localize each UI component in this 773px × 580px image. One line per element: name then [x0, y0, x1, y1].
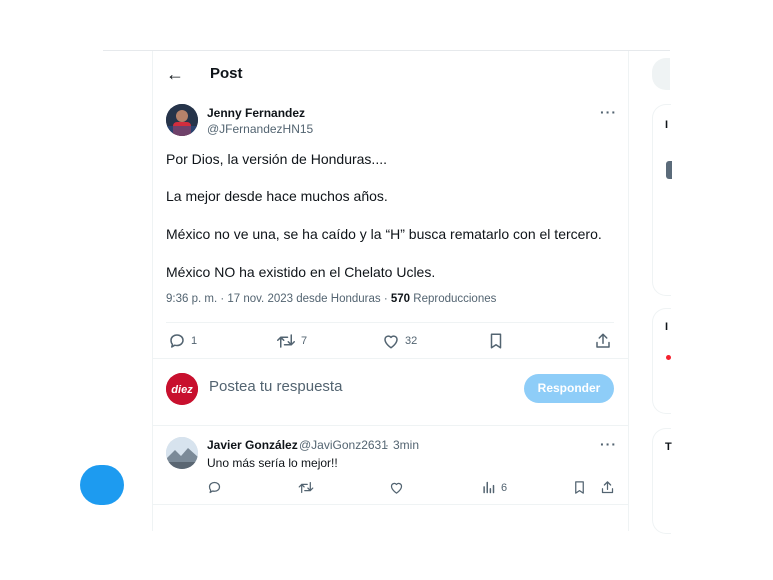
diez-logo: diez [166, 373, 198, 405]
like-action[interactable]: 32 [382, 332, 417, 350]
reply-icon [170, 334, 184, 348]
sidebar-card-heading: I [665, 119, 669, 131]
author-avatar-image [166, 104, 198, 136]
timeline-right-border [628, 51, 629, 531]
back-arrow-icon[interactable]: ← [166, 64, 184, 85]
reply-reply-action[interactable] [207, 480, 222, 495]
composer-avatar[interactable]: diez [166, 373, 198, 405]
sidebar-card: T [652, 428, 672, 534]
reply-time[interactable]: 3min [393, 438, 419, 452]
sidebar-card-heading: I [665, 321, 669, 333]
share-icon [596, 333, 610, 348]
author-handle[interactable]: @JFernandezHN15 [207, 122, 313, 136]
post-header: ← Post [152, 56, 628, 94]
search-box[interactable] [652, 58, 670, 90]
tweet-date[interactable]: 17 nov. 2023 [227, 293, 293, 305]
retweet-count: 7 [301, 335, 308, 347]
bookmark-icon [575, 481, 584, 494]
tweet-time[interactable]: 9:36 p. m. [166, 293, 217, 305]
tweet-text-line: México no ve una, se ha caído y la “H” b… [166, 226, 602, 242]
bookmark-action[interactable] [488, 332, 504, 350]
reply-text: Uno más sería lo mejor!! [207, 456, 338, 470]
reply-bookmark-action[interactable] [573, 480, 586, 495]
compose-post-button[interactable] [80, 465, 124, 505]
author-name[interactable]: Jenny Fernandez [207, 106, 305, 120]
divider [166, 322, 614, 323]
tweet-text-line: México NO ha existido en el Chelato Ucle… [166, 264, 436, 280]
sidebar-card: I [652, 308, 671, 414]
reply-views-action[interactable]: 6 [481, 480, 507, 495]
bookmark-icon [490, 333, 502, 349]
sidebar-card-heading: T [665, 441, 672, 453]
timeline-left-border [152, 51, 153, 531]
retweet-action[interactable]: 7 [276, 332, 307, 350]
like-count: 32 [405, 335, 418, 347]
divider [152, 425, 628, 426]
retweet-icon [277, 334, 295, 348]
reply-retweet-action[interactable] [298, 480, 314, 495]
reply-button[interactable]: Responder [524, 374, 614, 403]
retweet-icon [298, 481, 314, 494]
share-action[interactable] [594, 332, 612, 350]
reply-like-action[interactable] [389, 480, 404, 495]
top-divider [103, 50, 670, 51]
reply-action[interactable]: 1 [168, 332, 197, 350]
page-title: Post [210, 65, 243, 82]
heart-icon [384, 335, 398, 349]
sidebar-card: I [652, 104, 672, 296]
tweet-text-line: La mejor desde hace muchos años. [166, 188, 388, 204]
views-icon [483, 481, 495, 494]
reply-views-count: 6 [501, 481, 508, 494]
reply-input[interactable]: Postea tu respuesta [209, 378, 342, 395]
reply-icon [208, 481, 221, 494]
reply-author-avatar[interactable] [166, 437, 198, 469]
divider [152, 358, 628, 359]
reply-author-handle[interactable]: @JaviGonz2631 [299, 438, 388, 452]
live-dot [666, 355, 671, 360]
views-count: 570 [390, 293, 411, 305]
reply-count: 1 [191, 335, 198, 347]
tweet-meta: 9:36 p. m. · 17 nov. 2023 desde Honduras… [166, 293, 497, 305]
more-options-icon[interactable]: ··· [600, 104, 617, 120]
divider [152, 504, 628, 505]
reply-separator: · [385, 438, 389, 452]
heart-icon [390, 482, 403, 494]
reply-avatar-image [166, 437, 198, 469]
views-label: Reproducciones [413, 293, 497, 305]
tweet-text-line: Por Dios, la versión de Honduras.... [166, 151, 387, 167]
more-options-icon[interactable]: ··· [600, 436, 617, 452]
svg-text:diez: diez [171, 384, 193, 396]
sidebar-card-avatar [666, 161, 672, 179]
share-icon [601, 481, 614, 494]
author-avatar[interactable] [166, 104, 198, 136]
reply-author-name[interactable]: Javier González [207, 438, 298, 452]
reply-share-action[interactable] [600, 480, 615, 495]
tweet-location: desde Honduras [296, 293, 381, 305]
